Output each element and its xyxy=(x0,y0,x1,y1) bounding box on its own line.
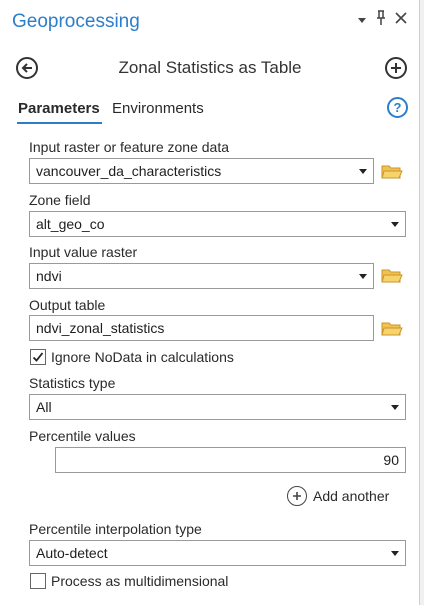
chevron-down-icon xyxy=(359,168,367,174)
checkmark-icon xyxy=(32,352,44,362)
folder-icon xyxy=(381,322,403,336)
zone-data-value: vancouver_da_characteristics xyxy=(36,163,222,179)
add-another-button[interactable]: Add another xyxy=(287,485,389,507)
plus-circle-icon xyxy=(287,486,307,506)
statistics-type-dropdown[interactable]: All xyxy=(29,394,406,420)
ignore-nodata-checkbox[interactable] xyxy=(30,349,46,365)
geoprocessing-pane: Geoprocessing Zonal Statistics as Table … xyxy=(0,0,420,605)
tab-environments[interactable]: Environments xyxy=(112,100,204,117)
help-icon[interactable]: ? xyxy=(387,97,408,118)
percentile-values-input[interactable]: 90 xyxy=(55,447,406,473)
close-icon[interactable] xyxy=(395,12,407,27)
plus-icon xyxy=(391,63,401,73)
add-tool-button[interactable] xyxy=(385,57,407,79)
percentile-values-label: Percentile values xyxy=(29,428,136,444)
tab-bar: Parameters Environments ? xyxy=(0,96,420,128)
pane-title-bar: Geoprocessing xyxy=(0,0,420,44)
browse-output-table-button[interactable] xyxy=(381,321,403,337)
percentile-values-value: 90 xyxy=(383,452,399,468)
folder-icon xyxy=(381,165,403,179)
percentile-interp-value: Auto-detect xyxy=(36,545,108,561)
arrow-left-icon xyxy=(21,63,32,73)
add-another-label: Add another xyxy=(313,488,390,504)
scrollbar-track[interactable] xyxy=(420,0,424,605)
zone-field-value: alt_geo_co xyxy=(36,216,105,232)
chevron-down-icon xyxy=(359,273,367,279)
tool-title: Zonal Statistics as Table xyxy=(118,58,302,77)
percentile-interp-dropdown[interactable]: Auto-detect xyxy=(29,540,406,566)
browse-value-raster-button[interactable] xyxy=(381,268,403,284)
chevron-down-icon[interactable] xyxy=(357,14,367,28)
zone-field-label: Zone field xyxy=(29,192,91,208)
output-table-input[interactable]: ndvi_zonal_statistics xyxy=(29,315,374,341)
value-raster-dropdown[interactable]: ndvi xyxy=(29,263,374,289)
value-raster-label: Input value raster xyxy=(29,244,138,260)
browse-zone-data-button[interactable] xyxy=(381,164,403,180)
pin-icon[interactable] xyxy=(375,10,387,29)
multidimensional-label: Process as multidimensional xyxy=(51,573,229,589)
ignore-nodata-label: Ignore NoData in calculations xyxy=(51,349,234,365)
output-table-value: ndvi_zonal_statistics xyxy=(36,320,165,336)
chevron-down-icon xyxy=(391,221,399,227)
zone-data-label: Input raster or feature zone data xyxy=(29,139,230,155)
percentile-interp-label: Percentile interpolation type xyxy=(29,521,202,537)
zone-data-dropdown[interactable]: vancouver_da_characteristics xyxy=(29,158,374,184)
chevron-down-icon xyxy=(391,550,399,556)
zone-field-dropdown[interactable]: alt_geo_co xyxy=(29,211,406,237)
statistics-type-label: Statistics type xyxy=(29,375,116,391)
active-tab-indicator xyxy=(17,122,102,124)
output-table-label: Output table xyxy=(29,297,106,313)
tool-header: Zonal Statistics as Table xyxy=(0,50,420,86)
back-button[interactable] xyxy=(16,57,38,79)
folder-icon xyxy=(381,269,403,283)
value-raster-value: ndvi xyxy=(36,268,62,284)
multidimensional-checkbox[interactable] xyxy=(30,573,46,589)
pane-title: Geoprocessing xyxy=(12,11,140,32)
statistics-type-value: All xyxy=(36,399,52,415)
tab-parameters[interactable]: Parameters xyxy=(18,100,100,117)
chevron-down-icon xyxy=(391,404,399,410)
